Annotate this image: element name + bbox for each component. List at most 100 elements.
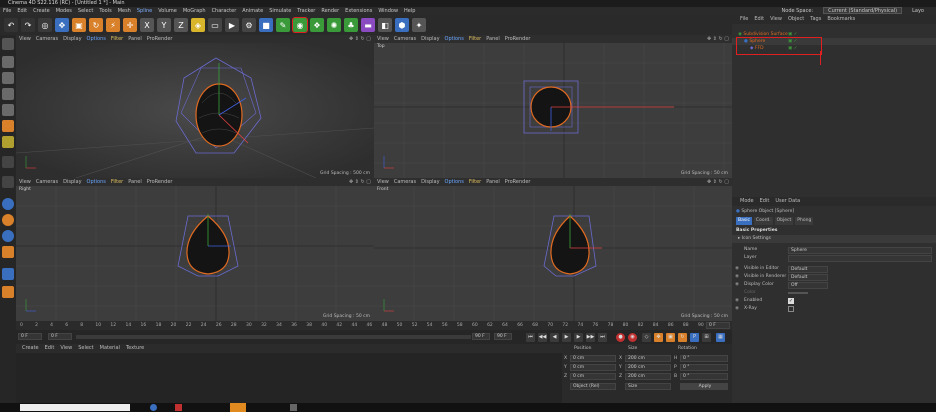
vp-menu-panel[interactable]: Panel (486, 35, 500, 43)
vp-menu-filter[interactable]: Filter (111, 35, 123, 43)
visible-editor-select[interactable]: Default (788, 266, 828, 273)
vp-menu-options[interactable]: Options (87, 178, 106, 186)
tweak-mode-icon[interactable] (2, 176, 14, 188)
display-color-select[interactable]: Off (788, 282, 828, 289)
search-box[interactable] (20, 404, 130, 411)
scene-icon[interactable]: ⬢ (395, 18, 409, 32)
keyframe-selection-icon[interactable]: ◇ (642, 333, 651, 342)
vp-menu-filter[interactable]: Filter (111, 178, 123, 186)
field-icon[interactable]: ♣ (344, 18, 358, 32)
menu-file[interactable]: File (3, 7, 11, 15)
menu-help[interactable]: Help (404, 7, 415, 15)
viewport-right[interactable]: View Cameras Display Options Filter Pane… (16, 178, 374, 321)
radio-icon[interactable]: ◉ (735, 297, 739, 305)
name-field[interactable]: Sphere (788, 247, 932, 254)
polygons-mode-icon[interactable] (2, 120, 14, 132)
vp-menu-cameras[interactable]: Cameras (36, 35, 58, 43)
render-view-icon[interactable]: ▶ (225, 18, 239, 32)
lock-x-icon[interactable]: X (140, 18, 154, 32)
taskbar-app-icon[interactable] (230, 403, 246, 412)
obj-menu-tags[interactable]: Tags (810, 15, 821, 24)
material-menu-item[interactable]: View (60, 344, 72, 353)
vp-menu-cameras[interactable]: Cameras (394, 178, 416, 186)
attr-menu-mode[interactable]: Mode (740, 197, 754, 206)
lock-y-icon[interactable]: Y (157, 18, 171, 32)
vp-menu-cameras[interactable]: Cameras (36, 178, 58, 186)
light-icon[interactable]: ✦ (412, 18, 426, 32)
world-axis-icon[interactable]: ✛ (123, 18, 137, 32)
axis-mode-icon[interactable] (2, 156, 14, 168)
vp-menu-view[interactable]: View (19, 178, 31, 186)
points-mode-icon[interactable] (2, 88, 14, 100)
taskbar-app-icon[interactable] (175, 404, 182, 411)
tab-object[interactable]: Object (774, 217, 794, 225)
vp-menu-panel[interactable]: Panel (128, 35, 142, 43)
viewport-perspective[interactable]: View Cameras Display Options Filter Pane… (16, 35, 374, 178)
radio-icon[interactable]: ◉ (735, 305, 739, 313)
node-space-select[interactable]: Current (Standard/Physical) (823, 7, 903, 14)
vp-menu-prorender[interactable]: ProRender (505, 178, 531, 186)
go-end-icon[interactable]: ⏭ (598, 333, 607, 342)
solo-icon[interactable] (2, 230, 14, 242)
icon-settings-group[interactable]: ▸ Icon Settings (732, 235, 936, 243)
material-menu-item[interactable]: Texture (126, 344, 144, 353)
size-x-field[interactable]: 200 cm (625, 355, 671, 362)
scale-icon[interactable]: ▣ (72, 18, 86, 32)
redo-icon[interactable]: ↷ (21, 18, 35, 32)
xray-checkbox[interactable] (788, 306, 794, 312)
menu-modes[interactable]: Modes (56, 7, 72, 15)
vp-menu-display[interactable]: Display (63, 178, 81, 186)
material-menu-item[interactable]: Create (22, 344, 39, 353)
rot-b-field[interactable]: 0 ° (680, 373, 728, 380)
current-frame-field[interactable]: 0 F (706, 322, 730, 329)
menu-select[interactable]: Select (78, 7, 93, 15)
vp-menu-display[interactable]: Display (421, 35, 439, 43)
sculpt-icon[interactable] (2, 286, 14, 298)
render-settings-icon[interactable]: ⚙ (242, 18, 256, 32)
key-param-icon[interactable]: P (690, 333, 699, 342)
enabled-checkbox[interactable]: ✓ (788, 298, 794, 304)
key-scale-icon[interactable]: ▣ (666, 333, 675, 342)
vp-menu-filter[interactable]: Filter (469, 178, 481, 186)
size-mode-select[interactable]: Size (625, 383, 671, 390)
pos-x-field[interactable]: 0 cm (570, 355, 616, 362)
snap-icon[interactable] (2, 198, 14, 210)
layout-label[interactable]: Layo (912, 7, 924, 15)
coordinate-system-icon[interactable]: ◈ (191, 18, 205, 32)
preview-end-field[interactable]: 90 F (494, 333, 512, 340)
vp-menu-prorender[interactable]: ProRender (147, 178, 173, 186)
size-y-field[interactable]: 200 cm (625, 364, 671, 371)
taskbar-app-icon[interactable] (290, 404, 297, 411)
vp-menu-display[interactable]: Display (63, 35, 81, 43)
taskbar-app-icon[interactable] (150, 404, 157, 411)
menu-window[interactable]: Window (378, 7, 398, 15)
key-rotation-icon[interactable]: ↻ (678, 333, 687, 342)
layer-field[interactable] (788, 255, 932, 262)
timeline-ruler[interactable]: 0 2 4 6 8 10 12 14 16 18 20 22 24 26 28 30 32 34 36 38 40 42 4… (16, 321, 732, 330)
pos-y-field[interactable]: 0 cm (570, 364, 616, 371)
coord-mode-select[interactable]: Object (Rel) (570, 383, 616, 390)
viewport-nav-icons[interactable]: ✥ ⇕ ↻ ▢ (349, 36, 371, 42)
floor-icon[interactable]: ▬ (361, 18, 375, 32)
menu-tracker[interactable]: Tracker (297, 7, 315, 15)
timeline-layout-icon[interactable]: ▦ (716, 333, 725, 342)
menu-create[interactable]: Create (33, 7, 50, 15)
radio-icon[interactable]: ◉ (735, 273, 739, 281)
material-menu-item[interactable]: Material (100, 344, 120, 353)
viewport-nav-icons[interactable]: ✥ ⇕ ↻ ▢ (707, 179, 729, 185)
vp-menu-prorender[interactable]: ProRender (505, 35, 531, 43)
menu-extensions[interactable]: Extensions (345, 7, 372, 15)
vp-menu-panel[interactable]: Panel (128, 178, 142, 186)
vp-menu-prorender[interactable]: ProRender (147, 35, 173, 43)
paint-icon[interactable] (2, 246, 14, 258)
vp-menu-view[interactable]: View (19, 35, 31, 43)
menu-character[interactable]: Character (212, 7, 237, 15)
menu-spline[interactable]: Spline (137, 7, 152, 15)
uv-mode-icon[interactable] (2, 136, 14, 148)
obj-menu-object[interactable]: Object (788, 15, 804, 24)
model-mode-icon[interactable] (2, 56, 14, 68)
menu-edit[interactable]: Edit (17, 7, 27, 15)
menu-tools[interactable]: Tools (99, 7, 111, 15)
texture-mode-icon[interactable] (2, 72, 14, 84)
material-menu-item[interactable]: Select (78, 344, 93, 353)
